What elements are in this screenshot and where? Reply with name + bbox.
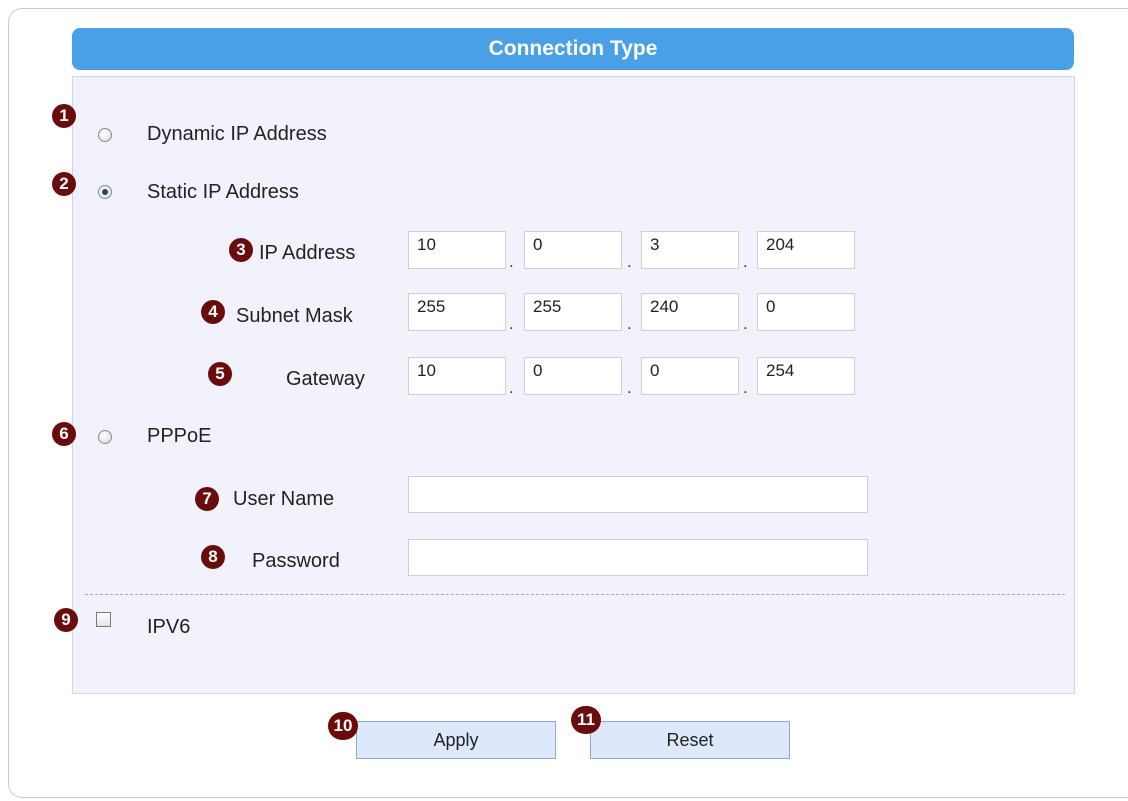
- ip-separator: .: [743, 378, 748, 397]
- callout-badge-3: 3: [229, 238, 253, 262]
- static-ip-label: Static IP Address: [147, 181, 299, 203]
- callout-badge-7: 7: [195, 487, 219, 511]
- static-ip-radio[interactable]: [98, 185, 112, 199]
- ip-address-octet-2[interactable]: 0: [524, 231, 622, 269]
- callout-badge-5: 5: [208, 362, 232, 386]
- gateway-octet-4[interactable]: 254: [757, 357, 855, 395]
- callout-badge-8: 8: [201, 545, 225, 569]
- pppoe-radio[interactable]: [98, 430, 112, 444]
- callout-badge-11: 11: [571, 706, 601, 734]
- connection-type-header: Connection Type: [72, 28, 1074, 70]
- callout-badge-2: 2: [52, 172, 76, 196]
- ip-separator: .: [627, 314, 632, 333]
- ip-separator: .: [627, 378, 632, 397]
- ip-separator: .: [509, 252, 514, 271]
- section-divider: [85, 594, 1065, 595]
- ipv6-checkbox[interactable]: [96, 612, 111, 627]
- ip-address-octet-3[interactable]: 3: [641, 231, 739, 269]
- password-label: Password: [252, 550, 340, 572]
- user-name-input[interactable]: [408, 476, 868, 513]
- callout-badge-6: 6: [52, 422, 76, 446]
- ip-separator: .: [627, 252, 632, 271]
- gateway-octet-1[interactable]: 10: [408, 357, 506, 395]
- callout-badge-1: 1: [52, 104, 76, 128]
- subnet-mask-octet-4[interactable]: 0: [757, 293, 855, 331]
- gateway-octet-2[interactable]: 0: [524, 357, 622, 395]
- callout-badge-9: 9: [54, 608, 78, 632]
- subnet-mask-label: Subnet Mask: [236, 305, 353, 327]
- gateway-octet-3[interactable]: 0: [641, 357, 739, 395]
- callout-badge-10: 10: [328, 712, 358, 740]
- ip-separator: .: [509, 314, 514, 333]
- subnet-mask-octet-2[interactable]: 255: [524, 293, 622, 331]
- ip-address-octet-1[interactable]: 10: [408, 231, 506, 269]
- user-name-label: User Name: [233, 488, 335, 510]
- ipv6-label: IPV6: [147, 616, 191, 638]
- ip-separator: .: [509, 378, 514, 397]
- apply-button[interactable]: Apply: [356, 721, 556, 759]
- callout-badge-4: 4: [201, 300, 225, 324]
- ip-address-octet-4[interactable]: 204: [757, 231, 855, 269]
- gateway-label: Gateway: [286, 368, 365, 390]
- reset-button[interactable]: Reset: [590, 721, 790, 759]
- dynamic-ip-label: Dynamic IP Address: [147, 123, 327, 145]
- pppoe-label: PPPoE: [147, 425, 212, 447]
- ip-address-label: IP Address: [259, 242, 356, 264]
- subnet-mask-octet-3[interactable]: 240: [641, 293, 739, 331]
- ip-separator: .: [743, 252, 748, 271]
- password-input[interactable]: [408, 539, 868, 576]
- ip-separator: .: [743, 314, 748, 333]
- subnet-mask-octet-1[interactable]: 255: [408, 293, 506, 331]
- dynamic-ip-radio[interactable]: [98, 128, 112, 142]
